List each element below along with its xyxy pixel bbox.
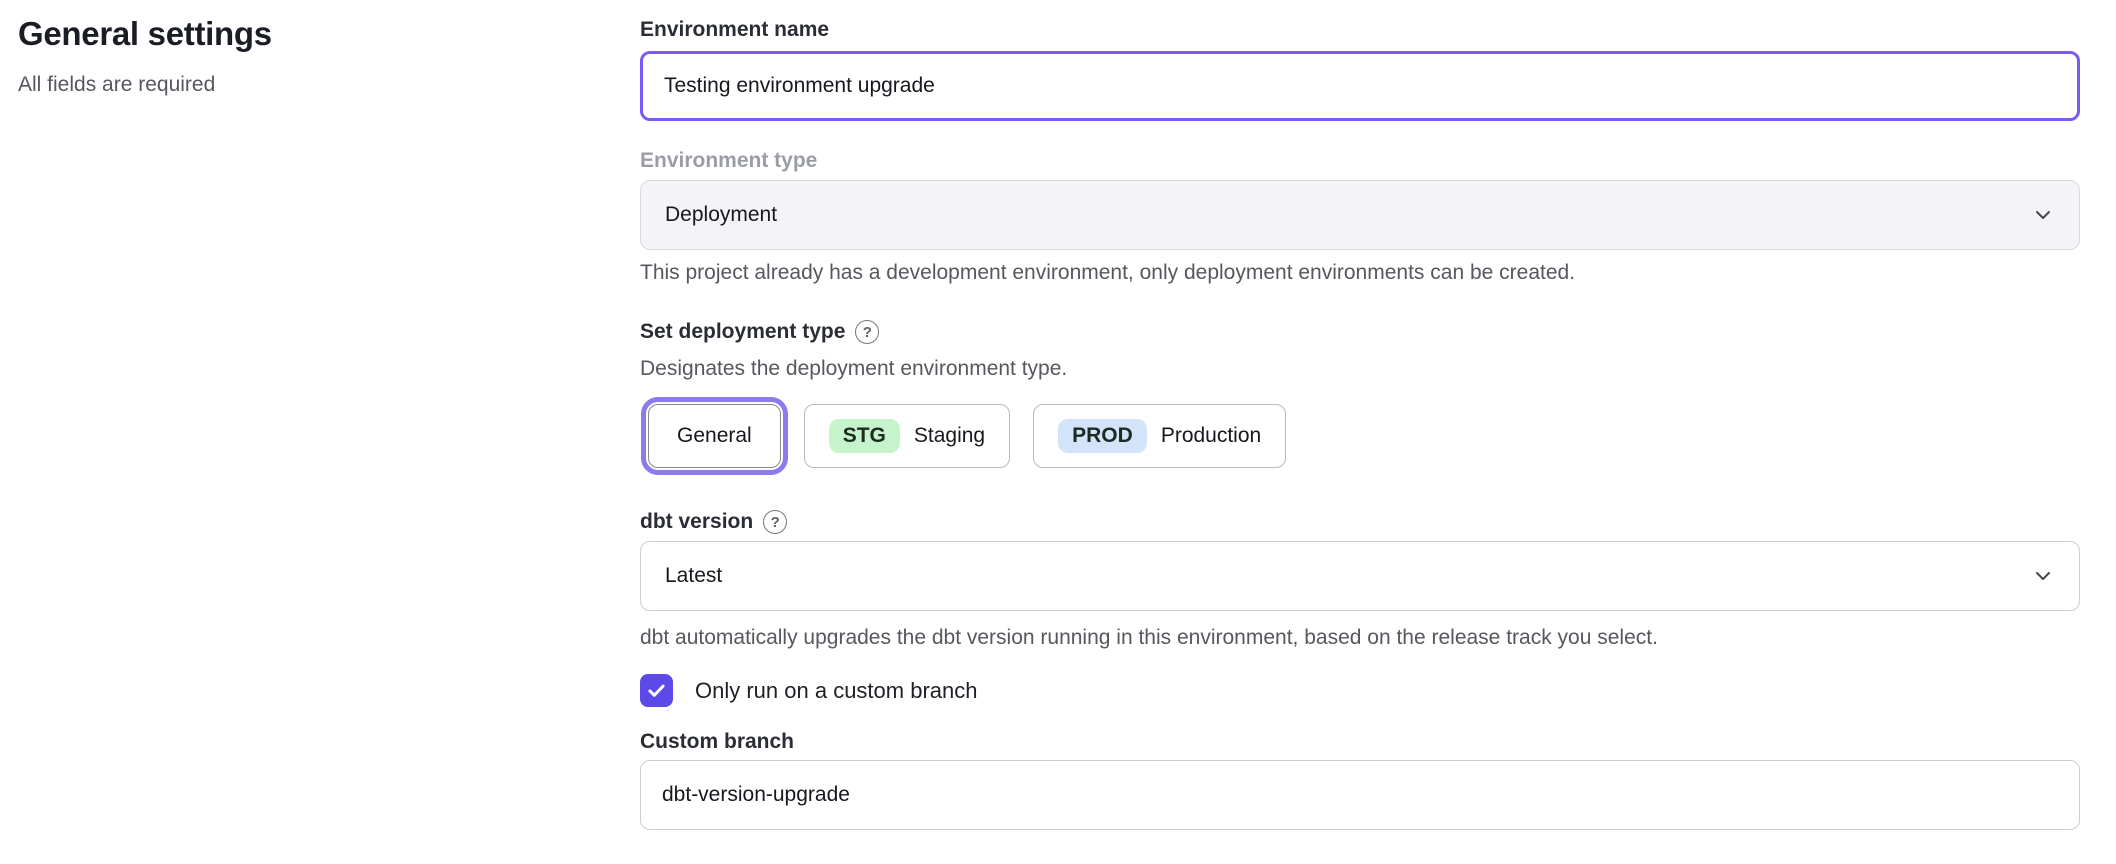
environment-name-input[interactable] <box>640 51 2080 121</box>
deployment-type-general-label: General <box>677 424 752 448</box>
dbt-version-value: Latest <box>665 564 2031 588</box>
page-title: General settings <box>18 12 578 56</box>
deployment-type-options: General STG Staging PROD Production <box>640 396 2080 480</box>
custom-branch-toggle-row: Only run on a custom branch <box>640 674 2080 707</box>
prod-badge: PROD <box>1058 419 1147 453</box>
environment-type-value: Deployment <box>665 203 2031 227</box>
dbt-version-label-row: dbt version ? <box>640 507 2080 537</box>
stg-badge: STG <box>829 419 900 453</box>
environment-type-select[interactable]: Deployment <box>640 180 2080 250</box>
settings-form: Environment name Environment type Deploy… <box>640 0 2080 830</box>
custom-branch-label: Custom branch <box>640 728 2080 756</box>
custom-branch-checkbox[interactable] <box>640 674 673 707</box>
deployment-type-staging-label: Staging <box>914 424 985 448</box>
help-icon[interactable]: ? <box>855 320 879 344</box>
deployment-type-helper: Designates the deployment environment ty… <box>640 356 2080 382</box>
environment-name-label: Environment name <box>640 16 2080 44</box>
dbt-version-helper: dbt automatically upgrades the dbt versi… <box>640 625 2080 651</box>
deployment-type-label: Set deployment type <box>640 318 845 346</box>
general-settings-page: General settings All fields are required… <box>0 0 2116 864</box>
dbt-version-select[interactable]: Latest <box>640 541 2080 611</box>
chevron-down-icon <box>2031 564 2055 588</box>
custom-branch-toggle-label[interactable]: Only run on a custom branch <box>695 678 977 704</box>
deployment-type-staging-button[interactable]: STG Staging <box>804 404 1010 468</box>
section-intro: General settings All fields are required <box>18 12 578 98</box>
deployment-type-label-row: Set deployment type ? <box>640 317 2080 347</box>
environment-type-label: Environment type <box>640 147 2080 175</box>
help-icon[interactable]: ? <box>763 510 787 534</box>
chevron-down-icon <box>2031 203 2055 227</box>
deployment-type-production-button[interactable]: PROD Production <box>1033 404 1286 468</box>
custom-branch-input[interactable] <box>640 760 2080 830</box>
page-subtitle: All fields are required <box>18 72 578 98</box>
checkmark-icon <box>646 680 667 701</box>
deployment-type-production-label: Production <box>1161 424 1261 448</box>
deployment-type-general-button[interactable]: General <box>648 404 781 468</box>
environment-type-helper: This project already has a development e… <box>640 260 2080 286</box>
dbt-version-label: dbt version <box>640 508 753 536</box>
